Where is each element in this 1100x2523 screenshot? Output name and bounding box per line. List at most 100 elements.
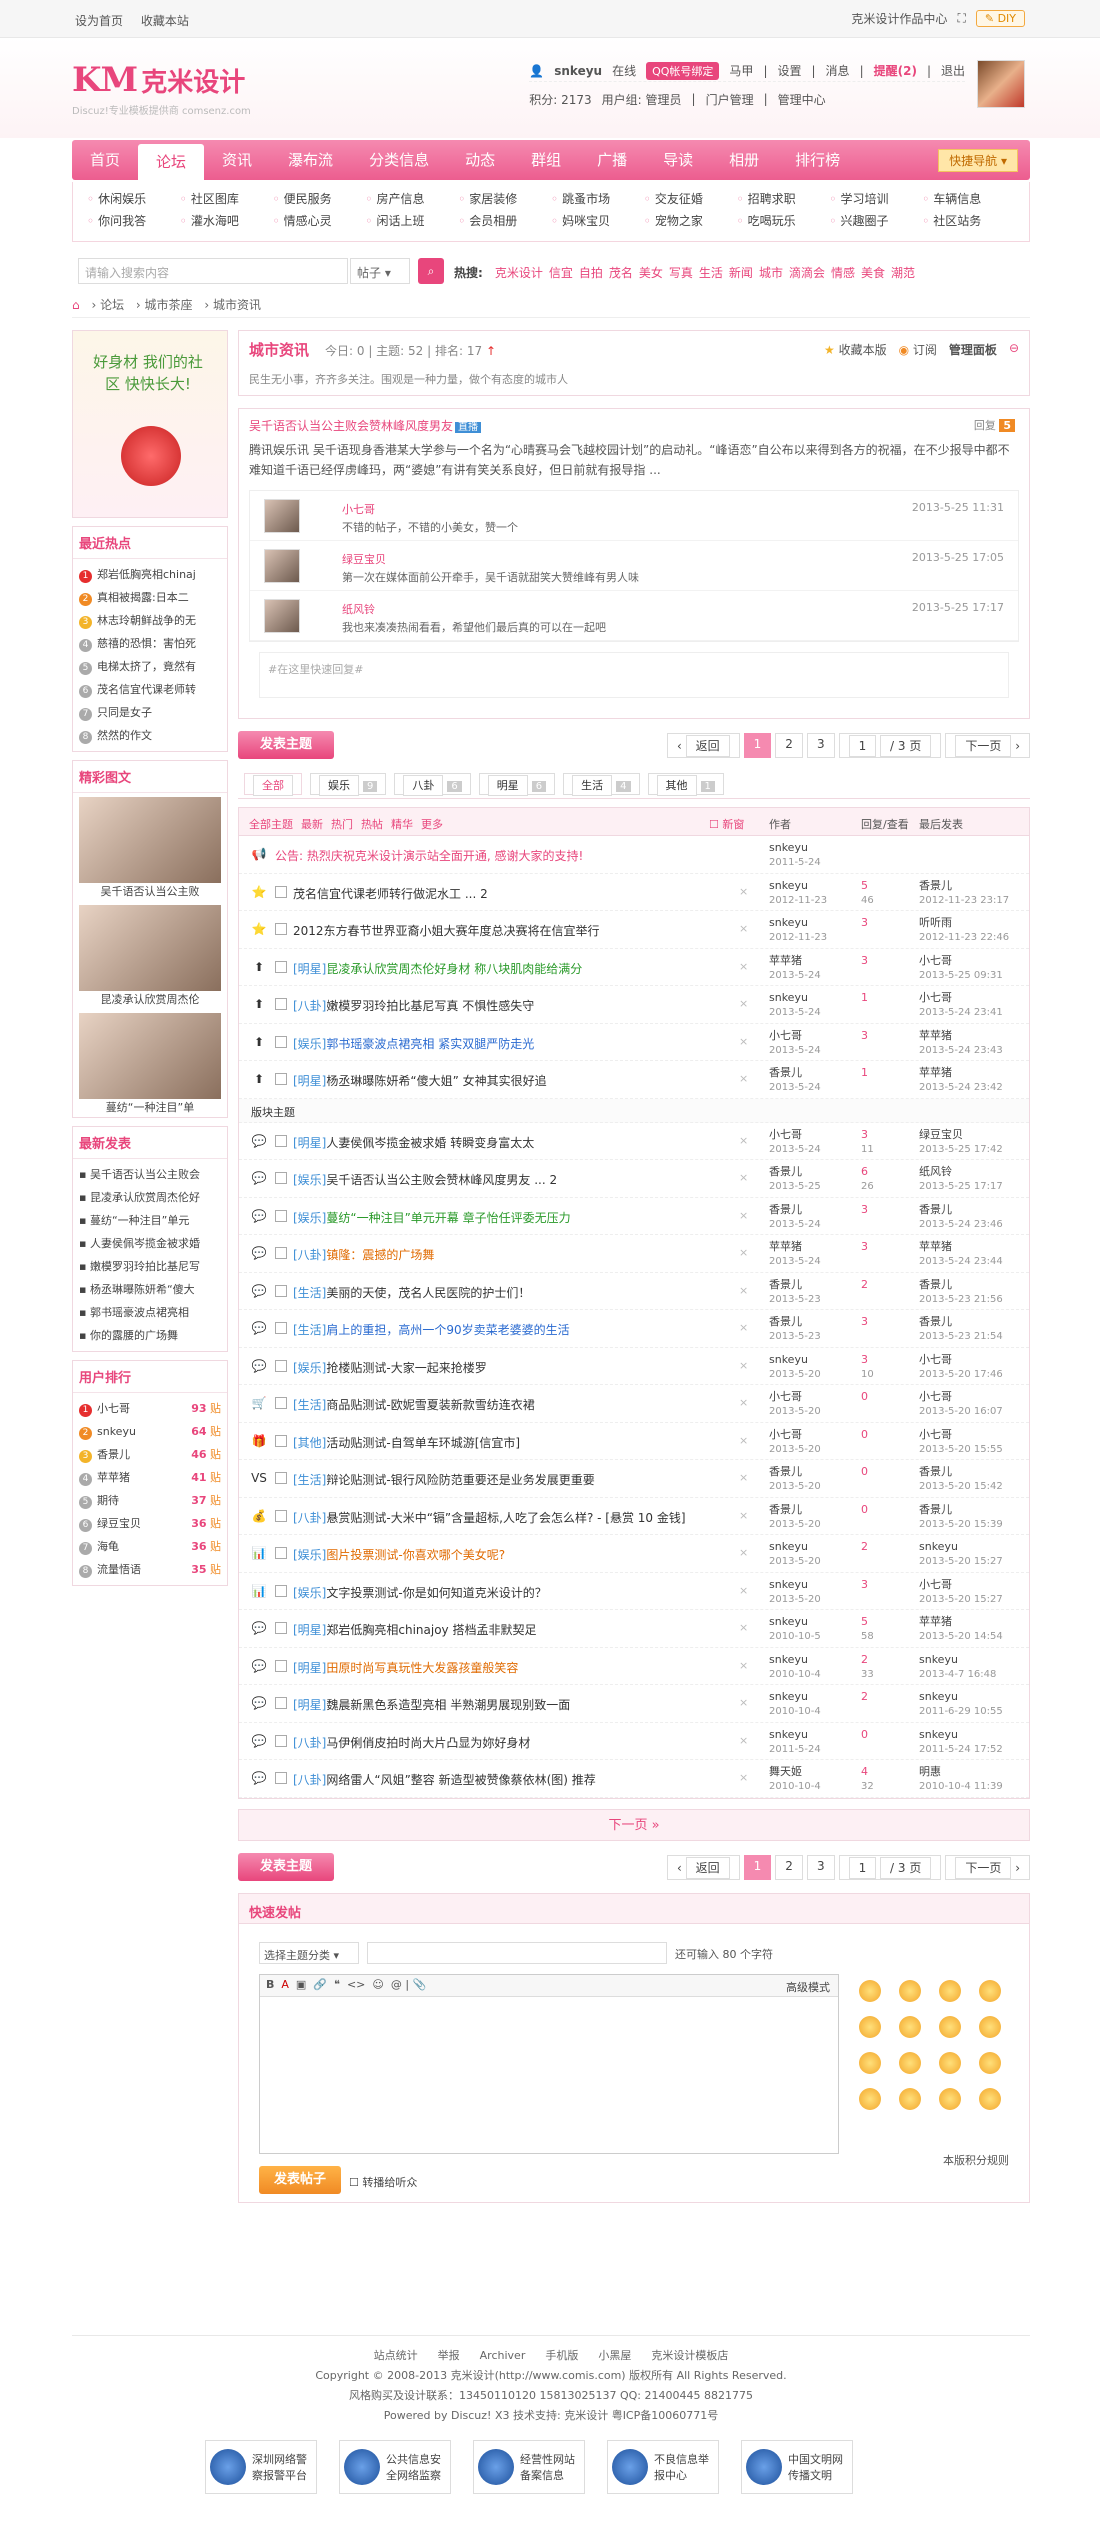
thread-checkbox[interactable]	[275, 1584, 287, 1597]
sidebar-banner[interactable]: 好身材 我们的社区 快快长大!	[72, 330, 228, 518]
rank-user[interactable]: 苹苹猪	[97, 1471, 130, 1484]
close-icon[interactable]: ×	[739, 1246, 748, 1259]
thread-category[interactable]: [明星]	[293, 962, 326, 976]
thread-author[interactable]: 香景儿 2013-5-24	[769, 1202, 821, 1232]
thread-checkbox[interactable]	[275, 1073, 287, 1085]
thread-title-text[interactable]: 镇隆：震撼的广场舞	[326, 1248, 434, 1262]
usergroup-link[interactable]: 用户组: 管理员	[602, 91, 682, 108]
rss-button[interactable]: ◉ 订阅	[899, 341, 937, 358]
thread-title[interactable]: [生活]肩上的重担，高州一个90岁卖菜老婆婆的生活	[293, 1321, 570, 1338]
commenter-avatar[interactable]	[264, 549, 300, 583]
thread-title-text[interactable]: 蔓纺“一种注目”单元开幕 章子怡任评委无压力	[326, 1211, 570, 1225]
thread-title[interactable]: [明星]魏晨新黑色系造型亮相 半熟潮男展现别致一面	[293, 1696, 570, 1713]
thread-checkbox[interactable]	[275, 1547, 287, 1559]
cert-badge[interactable]: 深圳网络警察报警平台	[205, 2440, 317, 2494]
author-name[interactable]: 舞天姬	[769, 1765, 802, 1778]
thread-row[interactable]: 💬 [八卦]网络雷人“风姐”整容 新造型被赞像蔡依林(图) 推荐 × 舞天姬 2010-…	[239, 1760, 1029, 1798]
set-homepage-link[interactable]: 设为首页	[75, 14, 123, 28]
thread-title-text[interactable]: 悬赏贴测试-大米中“镉”含量超标,人吃了会怎么样? - [悬赏 10 金钱]	[326, 1511, 685, 1525]
hot-topic-title[interactable]: 林志玲朝鲜战争的无	[97, 614, 196, 627]
quote-icon[interactable]: ❝	[334, 1978, 340, 1991]
thread-last-post[interactable]: snkeyu 2011-5-24 17:52	[919, 1727, 1003, 1757]
hot-topic-title[interactable]: 电梯太挤了，竟然有	[97, 660, 196, 673]
thread-row[interactable]: 🛒 [生活]商品贴测试-欧妮雪夏装新款雪纺连衣裙 × 小七哥 2013-5-20 0 小七哥…	[239, 1385, 1029, 1423]
thread-filter[interactable]: 精华	[391, 818, 413, 831]
post-topic-button-bottom[interactable]: 发表主题	[238, 1852, 334, 1881]
next-page-button-bottom[interactable]: 下一页 ›	[945, 1854, 1030, 1880]
message-editor[interactable]: B A ▣ 🔗 ❝ <> ☺ @ | 📎 高级模式	[259, 1973, 839, 2154]
hot-search-item[interactable]: 潮范	[891, 266, 915, 280]
last-poster[interactable]: 苹苹猪	[919, 1240, 952, 1253]
hot-topic-item[interactable]: 1 郑岩低胸亮相chinaj	[79, 563, 221, 586]
commenter-avatar[interactable]	[264, 499, 300, 533]
smiley-icon[interactable]	[859, 1979, 881, 2002]
thread-author[interactable]: 香景儿 2013-5-23	[769, 1314, 821, 1344]
thread-last-post[interactable]: 绿豆宝贝 2013-5-25 17:42	[919, 1127, 1003, 1157]
topic-category-select[interactable]: 选择主题分类 ▾	[259, 1941, 359, 1964]
smiley-icon[interactable]	[859, 2015, 881, 2038]
thread-title[interactable]: [生活]商品贴测试-欧妮雪夏装新款雪纺连衣裙	[293, 1396, 535, 1413]
cert-badge[interactable]: 经营性网站备案信息	[473, 2440, 585, 2494]
thread-last-post[interactable]: 苹苹猪 2013-5-24 23:42	[919, 1065, 1003, 1095]
footer-link[interactable]: 小黑屋	[598, 2349, 631, 2362]
last-poster[interactable]: 小七哥	[919, 1353, 952, 1366]
last-poster[interactable]: 明惠	[919, 1765, 941, 1778]
close-icon[interactable]: ×	[739, 1696, 748, 1709]
footer-link[interactable]: 举报	[438, 2349, 460, 2362]
hot-search-item[interactable]: 生活	[699, 266, 723, 280]
thread-title[interactable]: [娱乐]图片投票测试-你喜欢哪个美女呢?	[293, 1546, 505, 1563]
subnav-item[interactable]: 学习培训	[829, 188, 922, 210]
latest-title[interactable]: 嫩模罗羽玲拍比基尼写	[90, 1260, 200, 1273]
thread-last-post[interactable]: 小七哥 2013-5-20 15:27	[919, 1577, 1003, 1607]
thread-title-text[interactable]: 郭书瑶豪波点裙亮相 紧实双腿严防走光	[326, 1037, 534, 1051]
hot-search-item[interactable]: 新闻	[729, 266, 753, 280]
thread-title-text[interactable]: 网络雷人“风姐”整容 新造型被赞像蔡依林(图) 推荐	[326, 1773, 595, 1787]
thread-title-text[interactable]: 人妻侯佩岑揽金被求婚 转瞬变身富太太	[326, 1136, 534, 1150]
type-tab[interactable]: 八卦 6	[394, 773, 471, 796]
subnav-item[interactable]: 车辆信息	[922, 188, 1015, 210]
thread-category[interactable]: [生活]	[293, 1473, 326, 1487]
subnav-item[interactable]: 家居装修	[458, 188, 551, 210]
thread-checkbox[interactable]	[275, 1659, 287, 1672]
thread-title[interactable]: 公告: 热烈庆祝克米设计演示站全面开通, 感谢大家的支持!	[275, 847, 583, 864]
thread-title-text[interactable]: 美丽的天使，茂名人民医院的护士们！	[326, 1286, 530, 1300]
hot-search-item[interactable]: 情感	[831, 266, 855, 280]
username-link[interactable]: snkeyu	[554, 64, 602, 78]
thread-checkbox[interactable]	[275, 1284, 287, 1297]
last-poster[interactable]: 香景儿	[919, 1465, 952, 1478]
quick-nav-button[interactable]: 快捷导航 ▾	[938, 149, 1018, 172]
smiley-icon[interactable]	[899, 2087, 921, 2110]
advanced-mode-link[interactable]: 高级模式	[786, 1979, 830, 1995]
thread-title[interactable]: 2012东方春节世界亚裔小姐大赛年度总决赛将在信宜举行	[293, 922, 600, 939]
thread-row[interactable]: 🎁 [其他]活动贴测试-自驾单车环城游[信宜市] × 小七哥 2013-5-20 0 小七哥…	[239, 1423, 1029, 1460]
rank-user[interactable]: 期待	[97, 1494, 119, 1507]
type-tab[interactable]: 娱乐 9	[310, 773, 387, 796]
thread-filter[interactable]: 更多	[421, 818, 443, 831]
author-name[interactable]: 香景儿	[769, 1503, 802, 1516]
rank-item[interactable]: 1 小七哥 93 贴	[79, 1397, 221, 1420]
site-logo[interactable]: KM 克米设计 Discuz!专业模板提供商 comsenz.com	[72, 60, 251, 117]
reply-count[interactable]: 回复 5	[974, 417, 1015, 433]
latest-title[interactable]: 人妻侯佩岑揽金被求婚	[90, 1237, 200, 1250]
thread-last-post[interactable]: 纸风铃 2013-5-25 17:17	[919, 1164, 1003, 1194]
footer-link[interactable]: 克米设计模板店	[651, 2349, 728, 2362]
thread-row[interactable]: 💬 [明星]魏晨新黑色系造型亮相 半熟潮男展现别致一面 × snkeyu 2010-10…	[239, 1685, 1029, 1723]
thread-author[interactable]: 苹苹猪 2013-5-24	[769, 953, 821, 983]
thread-title-text[interactable]: 文字投票测试-你是如何知道克米设计的？	[326, 1586, 546, 1600]
author-name[interactable]: 小七哥	[769, 1128, 802, 1141]
commenter-avatar[interactable]	[264, 599, 300, 633]
search-input[interactable]: 请输入搜索内容	[78, 258, 348, 284]
thread-row[interactable]: 💬 [生活]美丽的天使，茂名人民医院的护士们！ × 香景儿 2013-5-23 2 香景儿 2…	[239, 1273, 1029, 1310]
nav-guide[interactable]: 导读	[645, 140, 711, 180]
thread-category[interactable]: [生活]	[293, 1286, 326, 1300]
author-name[interactable]: 香景儿	[769, 1278, 802, 1291]
commenter-name[interactable]: 小七哥	[342, 501, 375, 517]
thread-author[interactable]: 舞天姬 2010-10-4	[769, 1764, 821, 1794]
load-next-page[interactable]: 下一页 »	[238, 1808, 1030, 1841]
thread-last-post[interactable]: 香景儿 2013-5-23 21:56	[919, 1277, 1003, 1307]
credits-link[interactable]: 积分: 2173	[529, 91, 591, 108]
at-icon[interactable]: @	[391, 1978, 402, 1991]
rank-item[interactable]: 3 香景儿 46 贴	[79, 1443, 221, 1466]
latest-item[interactable]: ▪ 嫩模罗羽玲拍比基尼写	[79, 1255, 221, 1278]
thread-category[interactable]: [娱乐]	[293, 1361, 326, 1375]
